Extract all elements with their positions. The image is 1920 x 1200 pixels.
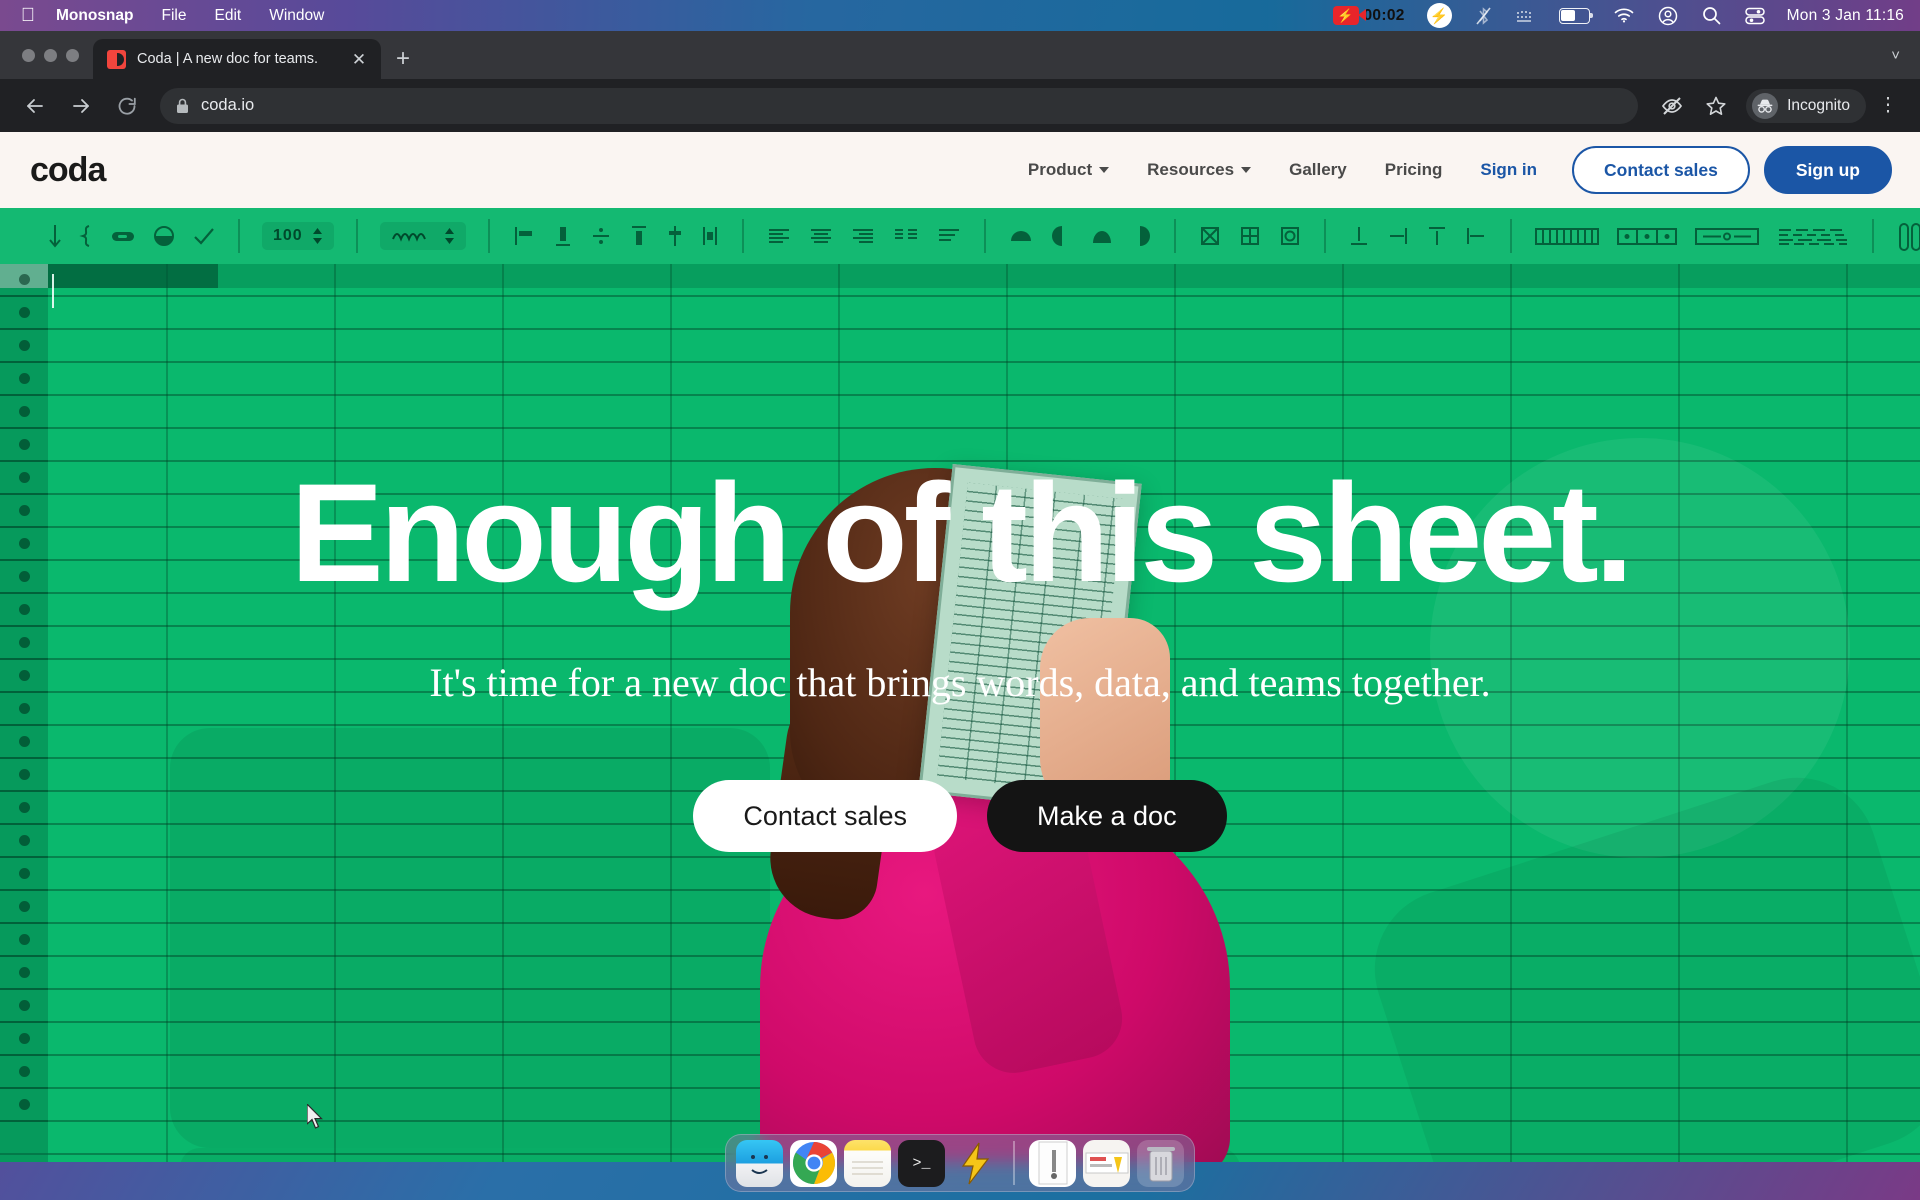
search-icon[interactable] bbox=[1690, 0, 1733, 31]
plus-icon[interactable]: + bbox=[381, 39, 425, 79]
mac-dock: >_ bbox=[725, 1134, 1195, 1192]
browser-toolbar: coda.io Incognito ⋮ bbox=[0, 79, 1920, 132]
tab-title: Coda | A new doc for teams. bbox=[137, 51, 319, 67]
hero-make-a-doc-button[interactable]: Make a doc bbox=[987, 780, 1227, 852]
bolt-icon[interactable]: ⚡ bbox=[1415, 0, 1464, 31]
browser-tab[interactable]: Coda | A new doc for teams. ✕ bbox=[93, 39, 381, 79]
control-center-user-icon[interactable] bbox=[1646, 0, 1690, 31]
close-window-button[interactable] bbox=[22, 48, 35, 62]
bluetooth-off-icon[interactable] bbox=[1464, 0, 1503, 31]
chevron-down-icon bbox=[1099, 167, 1110, 173]
tab-list-area: ˅ bbox=[1891, 31, 1920, 79]
recording-time: 00:02 bbox=[1363, 6, 1405, 24]
coda-favicon bbox=[107, 49, 126, 69]
close-icon[interactable]: ✕ bbox=[347, 51, 371, 68]
menu-item-file[interactable]: File bbox=[148, 0, 201, 31]
menu-bar-app-menus:  Monosnap File Edit Window bbox=[0, 0, 338, 31]
hero-section: 100 Enough of this sheet. It's time for … bbox=[0, 208, 1920, 1162]
battery-icon[interactable] bbox=[1547, 0, 1602, 31]
nav-item-resources-label: Resources bbox=[1147, 160, 1235, 179]
maximize-window-button[interactable] bbox=[66, 48, 79, 62]
eye-off-icon[interactable] bbox=[1652, 86, 1692, 126]
nav-item-resources[interactable]: Resources bbox=[1128, 160, 1270, 180]
sign-up-button[interactable]: Sign up bbox=[1763, 146, 1892, 194]
dock-item-chrome[interactable] bbox=[790, 1139, 837, 1187]
dock-item-terminal[interactable]: >_ bbox=[898, 1139, 945, 1187]
chevron-down-icon bbox=[1241, 167, 1252, 173]
menu-item-window[interactable]: Window bbox=[255, 0, 338, 31]
menu-bar-clock[interactable]: Mon 3 Jan 11:16 bbox=[1777, 7, 1904, 25]
menu-item-monosnap[interactable]: Monosnap bbox=[42, 0, 148, 31]
dock-item-finder[interactable] bbox=[736, 1139, 783, 1187]
url-text: coda.io bbox=[201, 96, 255, 114]
nav-item-pricing[interactable]: Pricing bbox=[1366, 160, 1462, 180]
hero-content: Enough of this sheet. It's time for a ne… bbox=[0, 208, 1920, 1162]
chevron-down-icon[interactable]: ˅ bbox=[1891, 47, 1900, 64]
coda-webpage: coda Product Resources Gallery Pricing S… bbox=[0, 132, 1920, 1162]
profile-incognito-chip[interactable]: Incognito bbox=[1746, 88, 1866, 123]
dock-item-monosnap[interactable] bbox=[952, 1140, 999, 1187]
hero-cta-row: Contact sales Make a doc bbox=[693, 780, 1227, 852]
nav-item-gallery[interactable]: Gallery bbox=[1270, 160, 1366, 180]
hero-contact-sales-button[interactable]: Contact sales bbox=[693, 780, 957, 852]
mac-menu-bar:  Monosnap File Edit Window ⚡ 00:02 ⚡ bbox=[0, 0, 1920, 31]
menu-item-edit[interactable]: Edit bbox=[200, 0, 255, 31]
dock-item-notes[interactable] bbox=[844, 1139, 891, 1187]
window-traffic-lights[interactable] bbox=[12, 31, 93, 79]
arrow-left-icon[interactable] bbox=[14, 85, 56, 127]
menu-bar-status-items: ⚡ 00:02 ⚡ Mon 3 Jan 11:16 bbox=[1323, 0, 1920, 31]
recording-indicator[interactable]: ⚡ 00:02 bbox=[1323, 6, 1415, 25]
contact-sales-button[interactable]: Contact sales bbox=[1572, 146, 1750, 194]
site-nav: Product Resources Gallery Pricing Sign i… bbox=[1009, 146, 1892, 194]
dock-item-screenshot[interactable] bbox=[1083, 1139, 1130, 1187]
kebab-menu-icon[interactable]: ⋮ bbox=[1870, 96, 1906, 115]
record-camera-icon: ⚡ bbox=[1332, 6, 1366, 25]
hero-subheadline: It's time for a new doc that brings word… bbox=[429, 660, 1491, 705]
arrow-right-icon[interactable] bbox=[60, 85, 102, 127]
apple-logo-icon[interactable]:  bbox=[14, 6, 42, 25]
dock-item-trash[interactable] bbox=[1137, 1139, 1184, 1187]
keyboard-brightness-icon[interactable] bbox=[1503, 0, 1547, 31]
minimize-window-button[interactable] bbox=[44, 48, 57, 62]
dock-item-document[interactable] bbox=[1029, 1139, 1076, 1187]
browser-tab-strip: Coda | A new doc for teams. ✕ + ˅ bbox=[0, 31, 1920, 79]
nav-item-product[interactable]: Product bbox=[1009, 160, 1128, 180]
profile-label: Incognito bbox=[1787, 96, 1850, 114]
site-header: coda Product Resources Gallery Pricing S… bbox=[0, 132, 1920, 208]
address-bar[interactable]: coda.io bbox=[160, 87, 1639, 124]
bookmark-star-icon[interactable] bbox=[1696, 86, 1736, 126]
incognito-icon bbox=[1752, 92, 1779, 119]
nav-item-product-label: Product bbox=[1027, 160, 1093, 179]
chrome-browser-window: Coda | A new doc for teams. ✕ + ˅ coda.i… bbox=[0, 31, 1920, 1162]
control-center-icon[interactable] bbox=[1733, 0, 1777, 31]
nav-item-sign-in[interactable]: Sign in bbox=[1461, 160, 1556, 180]
hero-headline: Enough of this sheet. bbox=[290, 454, 1633, 611]
coda-logo[interactable]: coda bbox=[30, 151, 106, 190]
wifi-icon[interactable] bbox=[1602, 0, 1646, 31]
mouse-cursor bbox=[306, 1102, 327, 1137]
lock-icon bbox=[176, 98, 189, 114]
dock-divider bbox=[1013, 1141, 1015, 1185]
reload-icon[interactable] bbox=[106, 85, 148, 127]
